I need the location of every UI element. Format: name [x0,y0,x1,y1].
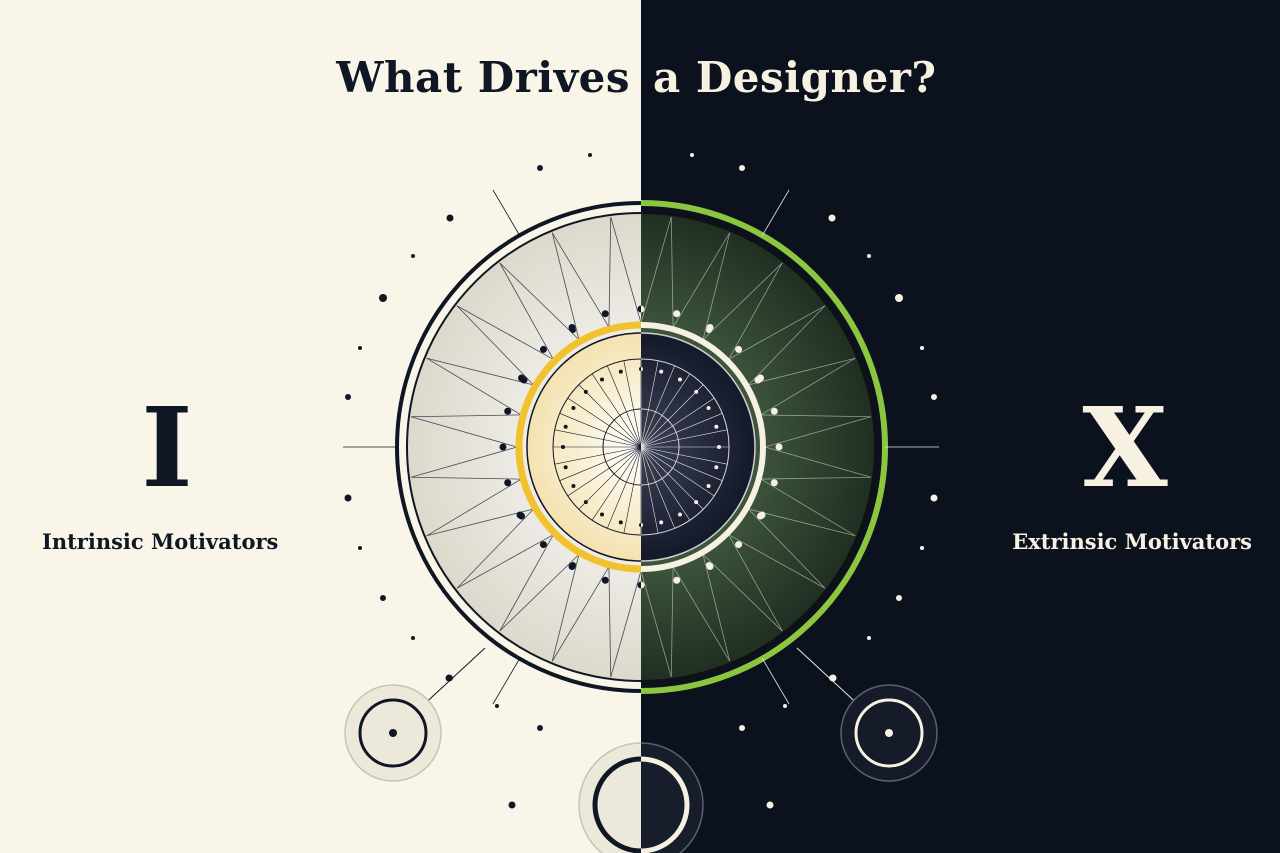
satellite-left-icon [344,647,486,782]
ring-dot [694,389,699,394]
ring-dot [499,443,507,451]
ring-dot [571,484,576,488]
scatter-dot [516,511,524,519]
ring-dot [571,406,576,410]
ring-dot [539,541,547,549]
scatter-dot [706,562,712,568]
scatter-dot [411,636,415,640]
intrinsic-symbol: I [141,383,193,512]
ring-dot [659,369,664,374]
ring-dot [678,512,682,517]
scatter-dot [706,327,712,333]
scatter-dot [358,546,362,550]
extrinsic-symbol: X [1082,383,1168,512]
scatter-dot [896,595,902,601]
intrinsic-label: Intrinsic Motivators [42,529,279,554]
ring-dot [583,389,588,394]
ring-dot [770,479,778,487]
title-left-part: What Drives [336,53,630,102]
scatter-dot [829,675,835,681]
scatter-dot [570,327,576,333]
scatter-dot [739,725,745,731]
ring-dot [583,500,588,505]
ring-dot [694,500,699,505]
ring-dot [539,345,547,353]
ring-dot [504,407,512,415]
ring-dot [770,407,778,415]
ring-dot [735,345,743,353]
scatter-dot [446,214,454,222]
scatter-dot [508,801,516,809]
ring-dot [600,512,604,517]
scatter-dot [674,577,680,583]
scatter-dot [895,294,903,302]
scatter-dot [930,494,938,502]
scatter-dot [766,801,774,809]
scatter-dot [690,153,694,157]
ring-dot [775,443,783,451]
scatter-dot [754,376,762,384]
scatter-dot [447,675,453,681]
ring-dot [678,377,682,382]
scatter-dot [379,294,387,302]
ring-dot [717,445,721,449]
scatter-dot [570,562,576,568]
scatter-dot [520,376,528,384]
ring-dot [504,479,512,487]
ring-dot [618,520,623,525]
scatter-dot [537,165,543,171]
scatter-dot [358,346,362,350]
ring-dot [563,424,568,429]
ring-dot [735,541,743,549]
scatter-dot [588,153,592,157]
scatter-dot [931,394,937,400]
scatter-dot [380,595,386,601]
scatter-dot [602,577,608,583]
ring-dot [706,406,711,410]
ring-dot [659,520,664,525]
scatter-dot [867,636,871,640]
satellite-right-icon [796,647,938,782]
scatter-dot [920,546,924,550]
title-right-part: a Designer? [653,53,937,102]
scatter-dot [758,511,766,519]
ring-dot [563,465,568,470]
scatter-dot [920,346,924,350]
scatter-dot [537,725,543,731]
ring-dot [618,369,623,374]
scatter-dot [828,214,836,222]
ring-dot [600,377,604,382]
scatter-dot [867,254,871,258]
ring-dot [714,465,719,470]
extrinsic-label: Extrinsic Motivators [1012,529,1252,554]
scatter-dot [495,704,499,708]
scatter-dot [344,494,352,502]
scatter-dot [411,254,415,258]
ring-dot [673,310,681,318]
ring-dot [601,310,609,318]
ring-dot [714,424,719,429]
scatter-dot [739,165,745,171]
ring-dot [561,445,565,449]
ring-dot [706,484,711,488]
scatter-dot [783,704,787,708]
scatter-dot [345,394,351,400]
